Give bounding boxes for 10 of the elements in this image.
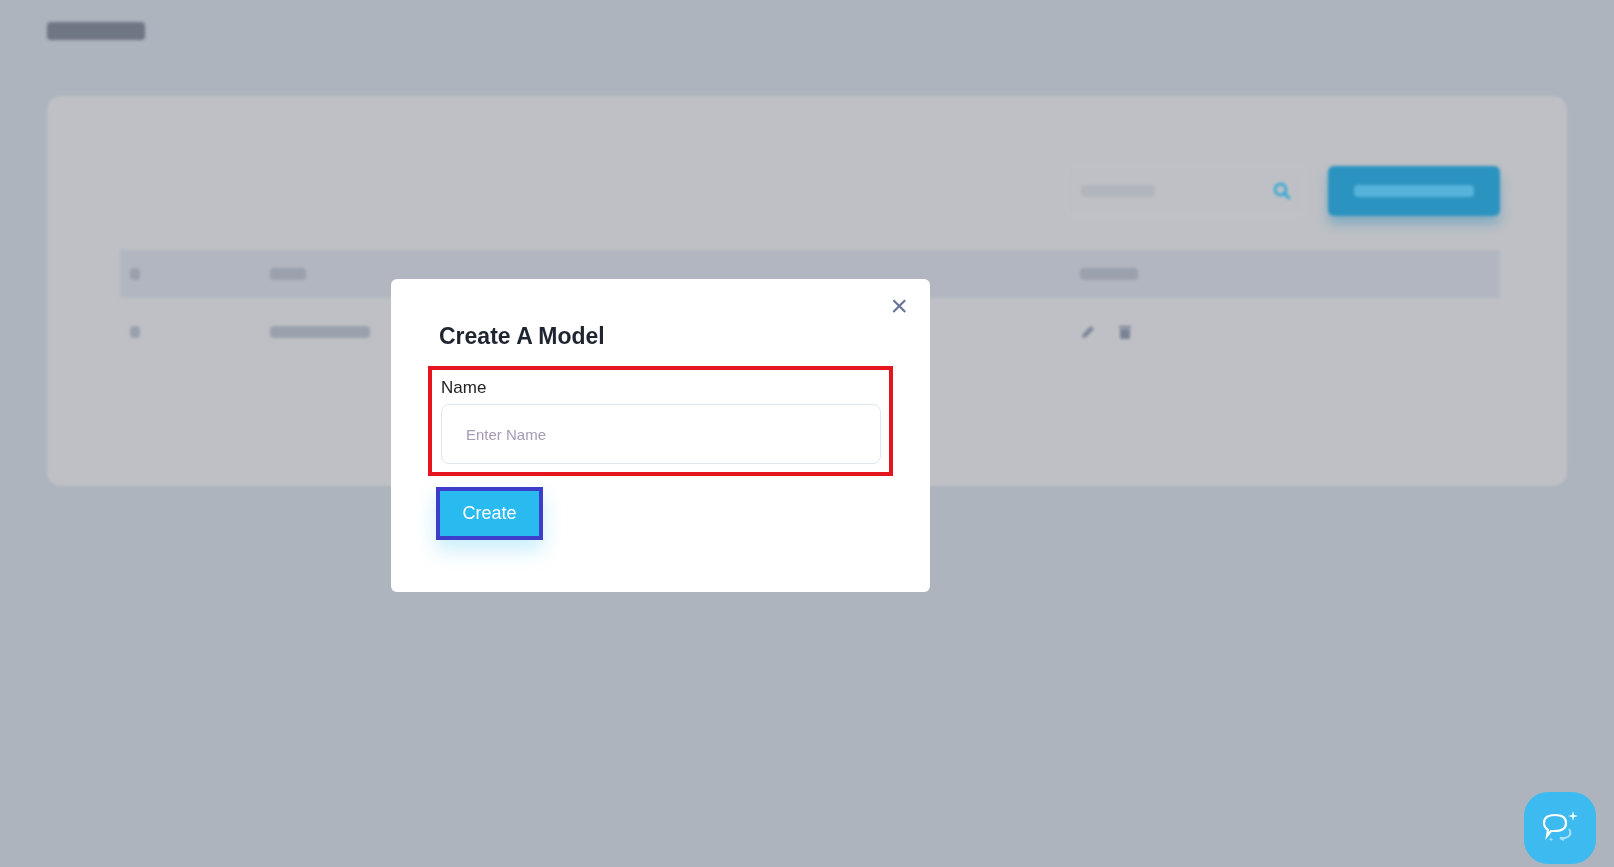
field-label: Name: [441, 378, 488, 398]
name-input[interactable]: Enter Name: [441, 404, 881, 464]
pencil-icon[interactable]: [1080, 324, 1096, 340]
close-button[interactable]: ×: [890, 291, 908, 321]
trash-icon[interactable]: [1118, 324, 1132, 340]
search-icon: [1273, 182, 1291, 200]
chat-button[interactable]: [1524, 792, 1596, 864]
search-field[interactable]: [1066, 166, 1306, 216]
modal-title: Create A Model: [439, 323, 606, 350]
blurred-text: [130, 326, 140, 338]
